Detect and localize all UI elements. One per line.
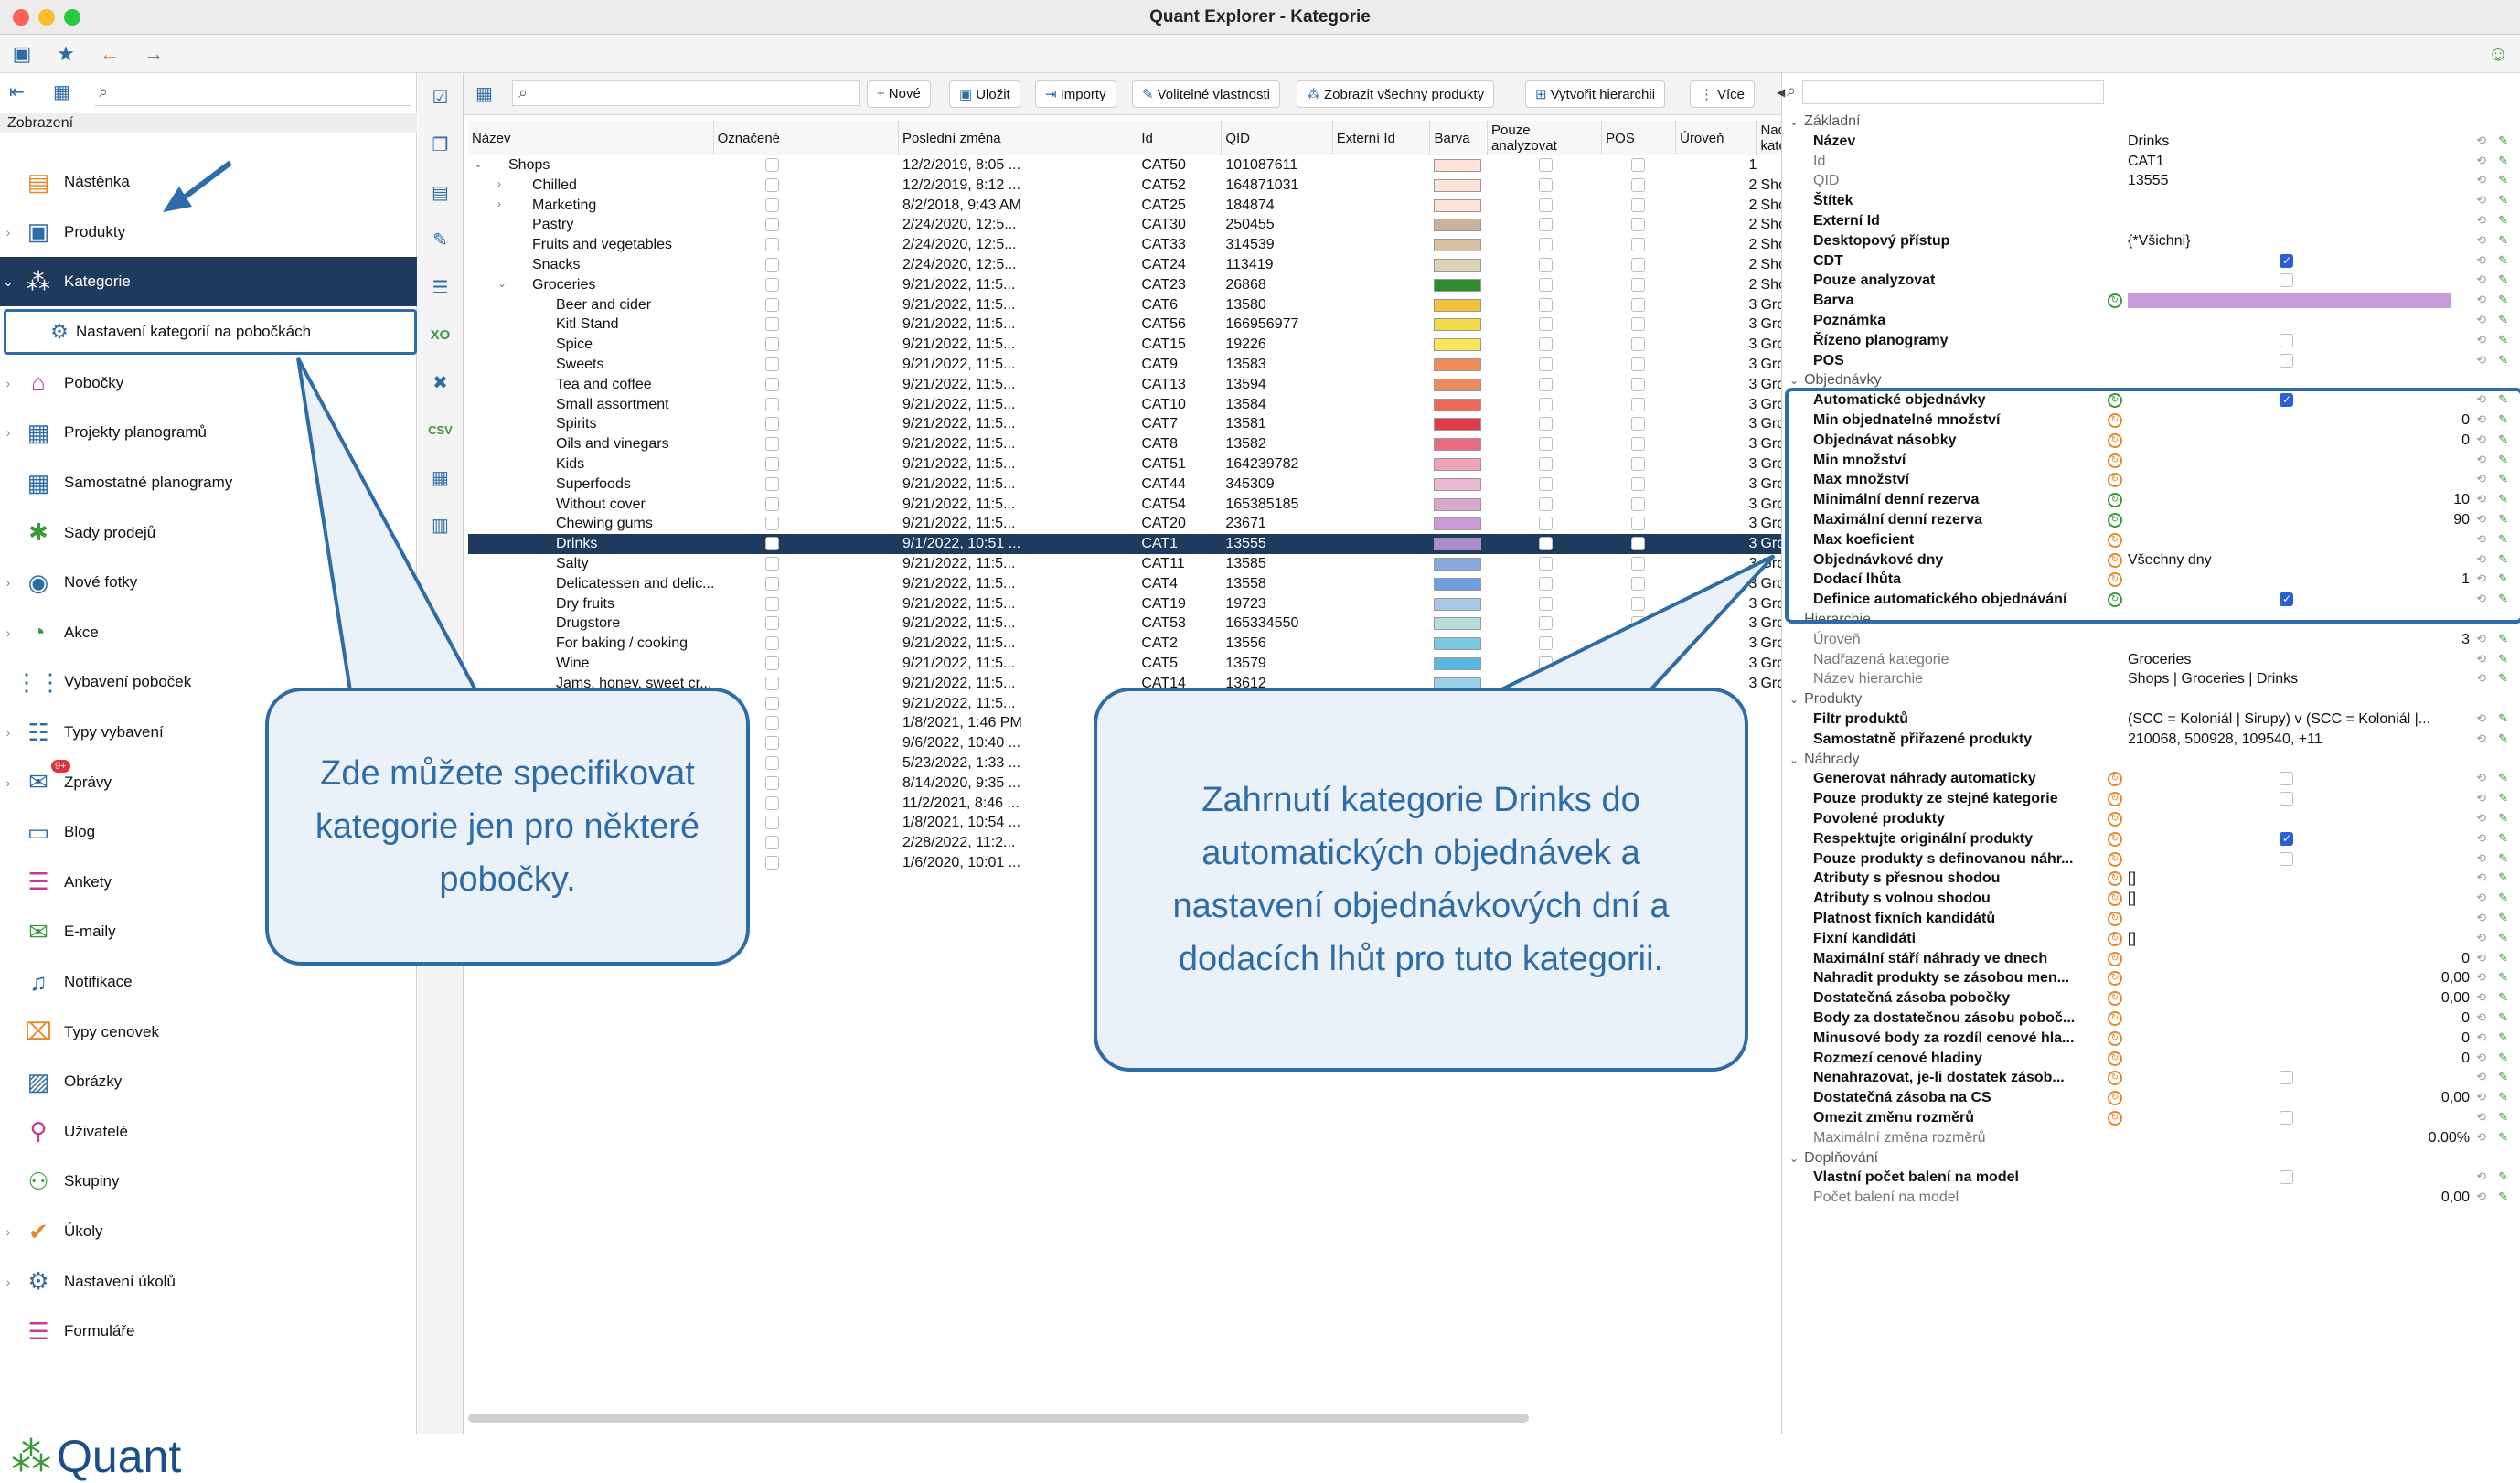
left-callout-text: Zde můžete specifikovat kategorie jen pr… bbox=[315, 754, 700, 899]
left-callout: Zde můžete specifikovat kategorie jen pr… bbox=[265, 688, 750, 966]
right-callout: Zahrnutí kategorie Drinks do automatický… bbox=[1094, 688, 1748, 1072]
left-callout-tail bbox=[296, 357, 483, 699]
logo-text: Quant bbox=[57, 1431, 182, 1482]
logo-mark-icon: ⁂ bbox=[11, 1434, 51, 1479]
app-window: Quant Explorer - Kategorie ▣ ★ ← → ☺ ⇤ ▦… bbox=[0, 0, 2520, 1482]
quant-logo: ⁂ Quant bbox=[11, 1430, 181, 1483]
arrow-head bbox=[163, 187, 192, 212]
arrow-line bbox=[177, 160, 232, 204]
right-callout-text: Zahrnutí kategorie Drinks do automatický… bbox=[1172, 781, 1670, 978]
right-callout-tail bbox=[1490, 554, 1776, 697]
